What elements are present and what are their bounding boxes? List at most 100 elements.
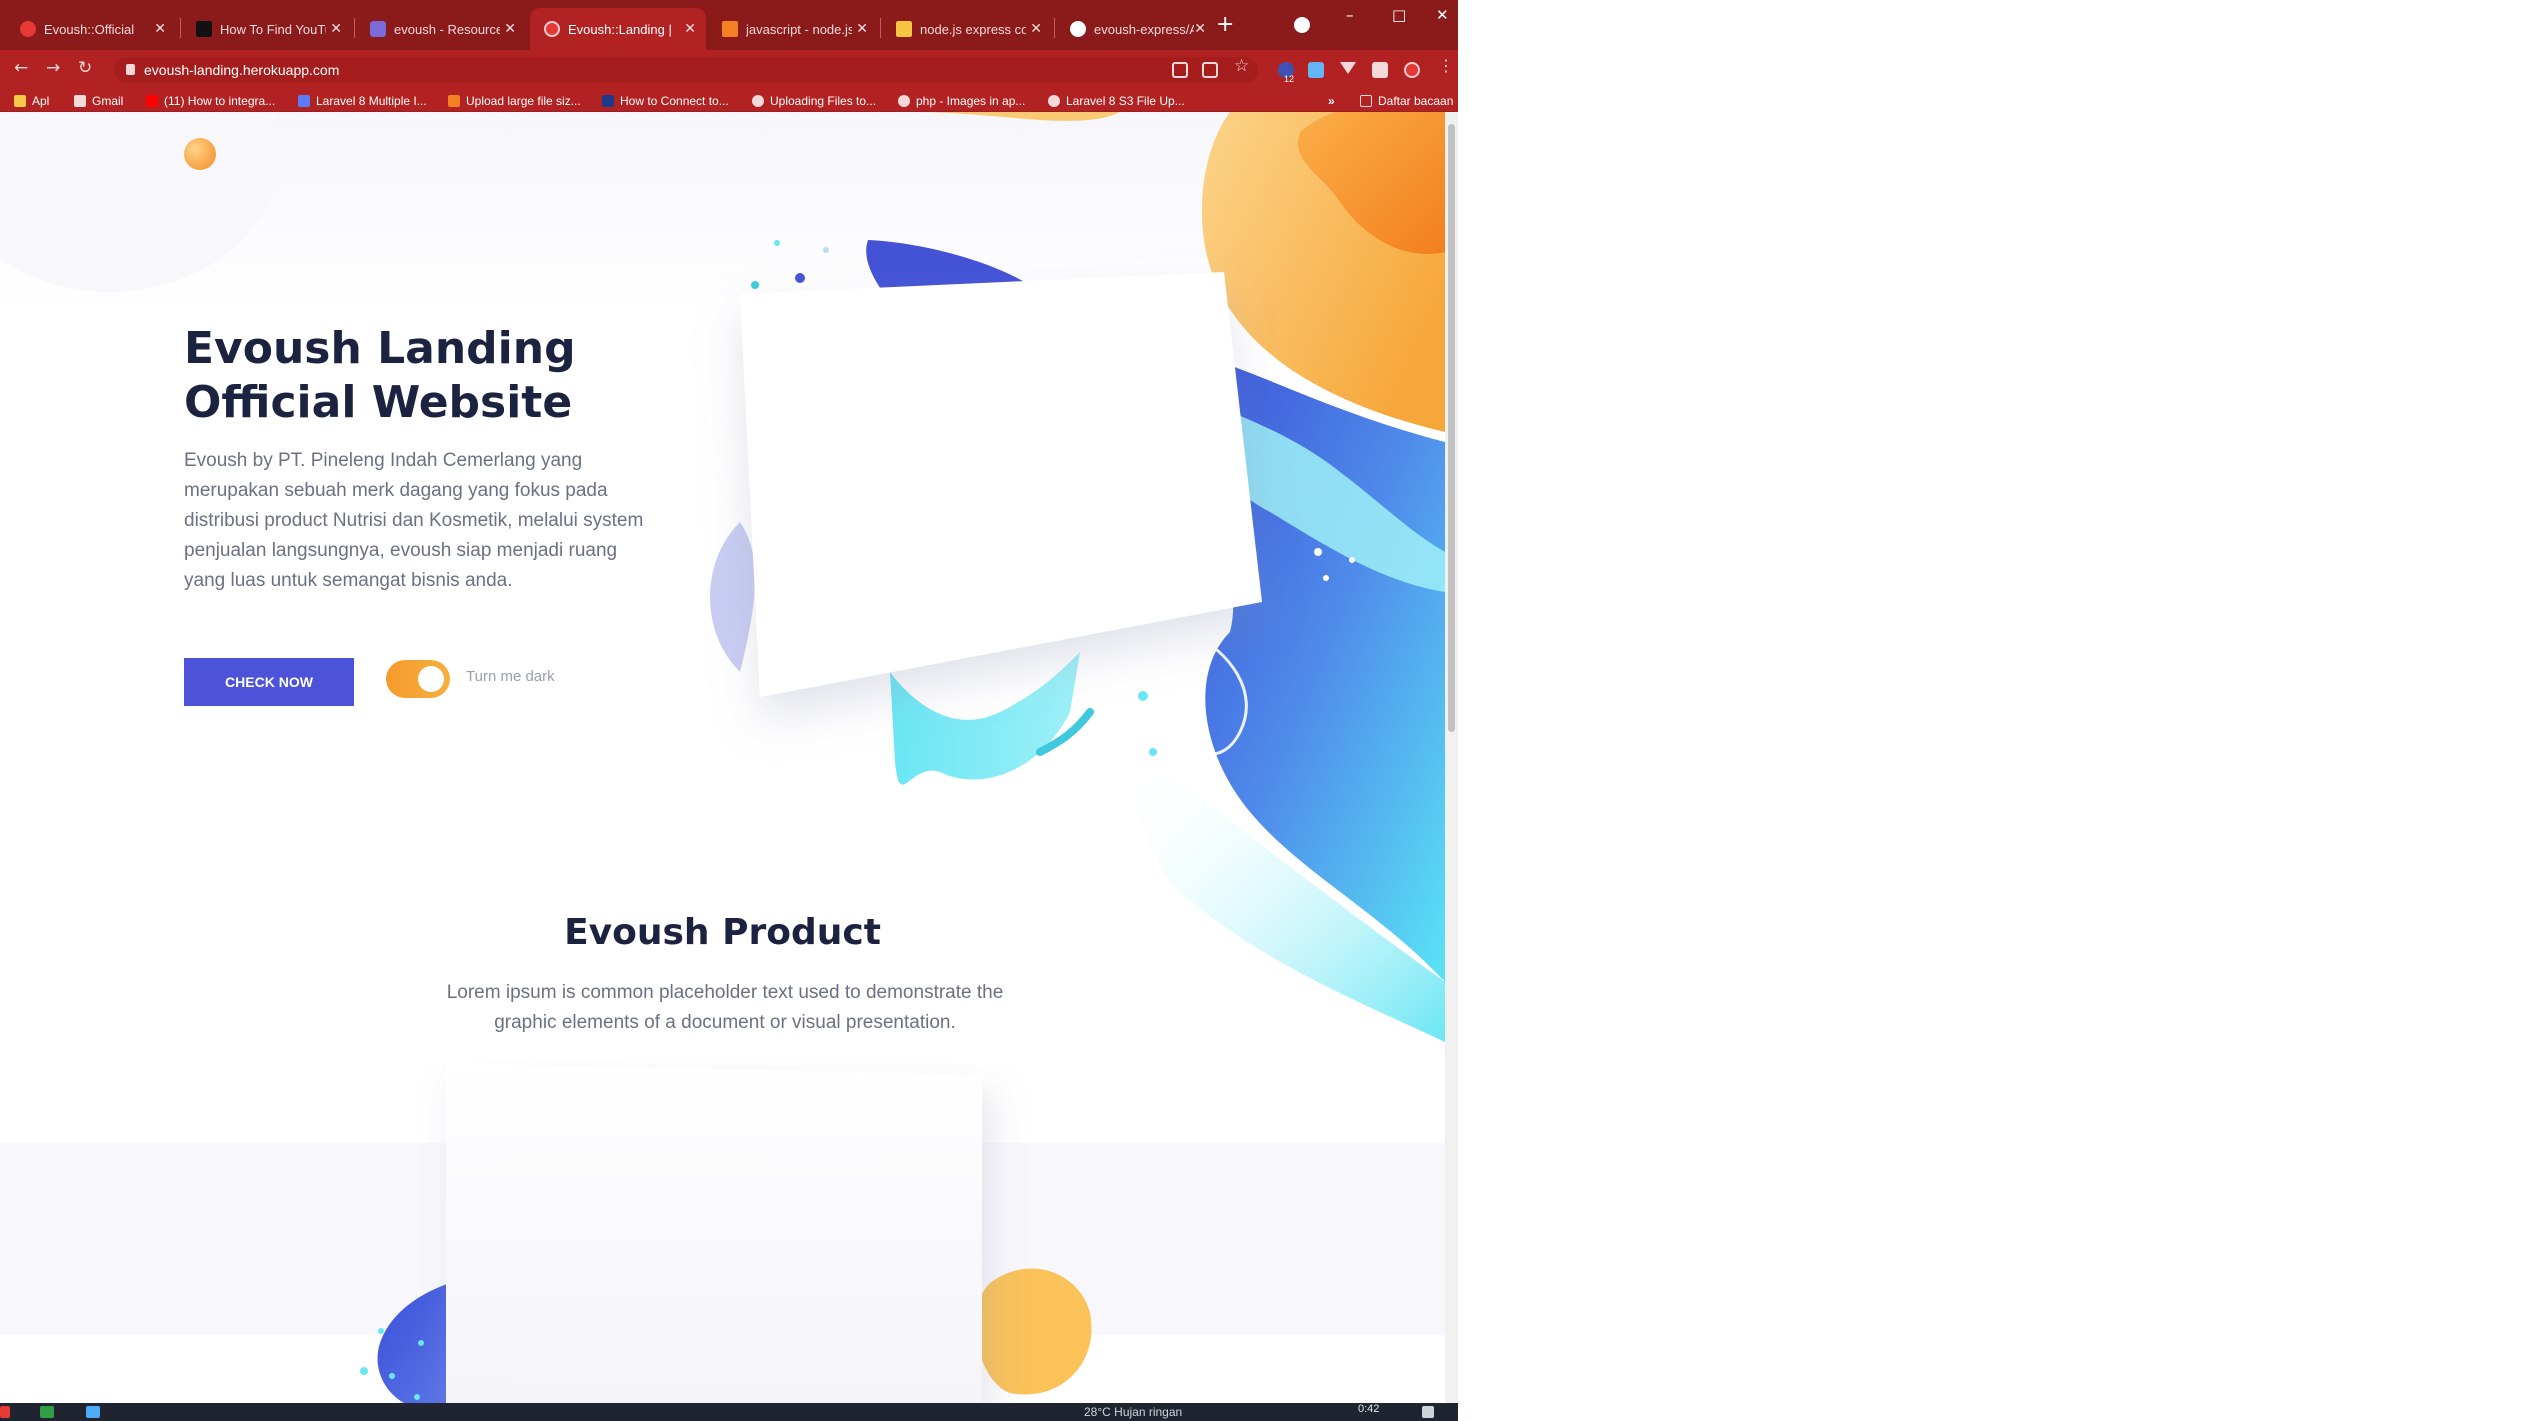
laravel-icon bbox=[298, 95, 310, 107]
browser-window: Evoush::Official ✕ How To Find YouTube ✕… bbox=[0, 0, 1458, 1421]
qr-code-icon[interactable] bbox=[1172, 62, 1188, 78]
bookmarks-overflow-button[interactable]: » bbox=[1328, 90, 1335, 112]
tab-title: evoush - Resources bbox=[394, 21, 500, 37]
tab-divider bbox=[180, 18, 181, 38]
browser-toolbar: ← → ↻ evoush-landing.herokuapp.com ☆ 12 … bbox=[0, 50, 1458, 90]
tab-title: Evoush::Official bbox=[44, 21, 135, 37]
globe-icon bbox=[898, 95, 910, 107]
evoush-logo[interactable] bbox=[184, 138, 216, 170]
tab-evoush-resources[interactable]: evoush - Resources ✕ bbox=[356, 8, 526, 50]
bookmark-label: Laravel 8 S3 File Up... bbox=[1066, 94, 1185, 108]
tab-divider bbox=[1054, 18, 1055, 38]
site-icon bbox=[602, 95, 614, 107]
bookmark-label: php - Images in ap... bbox=[916, 94, 1026, 108]
lightning-favicon-icon bbox=[896, 21, 912, 37]
bookmark-label: Laravel 8 Multiple I... bbox=[316, 94, 427, 108]
hero-title-line2: Official Website bbox=[184, 377, 573, 428]
bookmark-apps[interactable]: Apl bbox=[14, 90, 49, 112]
bookmark-youtube[interactable]: (11) How to integra... bbox=[146, 90, 275, 112]
page-viewport: Evoush Landing Official Website Evoush b… bbox=[0, 112, 1445, 1403]
translate-icon[interactable] bbox=[1202, 62, 1218, 78]
github-favicon-icon bbox=[1070, 21, 1086, 37]
vue-devtools-icon[interactable] bbox=[1340, 62, 1356, 74]
bookmark-uploading-files[interactable]: Uploading Files to... bbox=[752, 90, 876, 112]
page-scrollbar[interactable] bbox=[1445, 112, 1458, 1403]
bookmark-gmail[interactable]: Gmail bbox=[74, 90, 123, 112]
bookmark-star-icon[interactable]: ☆ bbox=[1234, 56, 1249, 76]
product-section-description: Lorem ipsum is common placeholder text u… bbox=[446, 982, 1004, 1033]
tab-evoush-official[interactable]: Evoush::Official ✕ bbox=[6, 8, 176, 50]
reading-list-button[interactable]: Daftar bacaan bbox=[1360, 90, 1453, 112]
hero-description: Evoush by PT. Pineleng Indah Cemerlang y… bbox=[184, 450, 644, 591]
tab-divider bbox=[880, 18, 881, 38]
globe-icon bbox=[1048, 95, 1060, 107]
close-tab-icon[interactable]: ✕ bbox=[154, 20, 166, 37]
youtube-favicon-icon bbox=[196, 21, 212, 37]
windows-taskbar: 28°C Hujan ringan 0:42 bbox=[0, 1403, 1458, 1421]
bookmark-label: (11) How to integra... bbox=[164, 94, 276, 108]
tab-stackoverflow-node[interactable]: javascript - node.js ✕ bbox=[708, 8, 878, 50]
chrome-taskbar-icon[interactable] bbox=[40, 1406, 54, 1418]
close-tab-icon[interactable]: ✕ bbox=[504, 20, 516, 37]
notification-icon[interactable] bbox=[1422, 1406, 1434, 1418]
lock-icon bbox=[126, 64, 135, 75]
address-bar[interactable]: evoush-landing.herokuapp.com bbox=[114, 57, 1258, 83]
extension-badge-count: 12 bbox=[1284, 74, 1295, 84]
check-now-button[interactable]: CHECK NOW bbox=[184, 658, 354, 706]
close-tab-icon[interactable]: ✕ bbox=[330, 20, 342, 37]
stackoverflow-favicon-icon bbox=[722, 21, 738, 37]
hero-title-line1: Evoush Landing bbox=[184, 323, 576, 374]
close-tab-icon[interactable]: ✕ bbox=[856, 20, 868, 37]
reading-list-label: Daftar bacaan bbox=[1378, 94, 1454, 108]
tab-search-icon[interactable] bbox=[1294, 17, 1310, 33]
reload-button[interactable]: ↻ bbox=[78, 58, 92, 78]
minimize-button[interactable]: – bbox=[1346, 6, 1354, 24]
evoush-favicon-icon bbox=[544, 21, 560, 37]
heroku-favicon-icon bbox=[370, 21, 386, 37]
tab-title: javascript - node.js bbox=[746, 21, 852, 37]
app-taskbar-icon[interactable] bbox=[86, 1406, 100, 1418]
tab-title: node.js express conn bbox=[920, 21, 1026, 37]
back-button[interactable]: ← bbox=[14, 58, 28, 78]
close-tab-icon[interactable]: ✕ bbox=[1030, 20, 1042, 37]
bookmark-label: How to Connect to... bbox=[620, 94, 729, 108]
bookmark-upload-large[interactable]: Upload large file siz... bbox=[448, 90, 581, 112]
product-background-art bbox=[0, 1063, 1445, 1403]
tab-strip: Evoush::Official ✕ How To Find YouTube ✕… bbox=[0, 0, 1458, 50]
dark-mode-label: Turn me dark bbox=[466, 668, 555, 685]
bookmark-label: Apl bbox=[32, 94, 50, 108]
dark-mode-toggle[interactable] bbox=[386, 660, 450, 698]
system-clock[interactable]: 0:42 bbox=[1358, 1403, 1379, 1415]
forward-button[interactable]: → bbox=[46, 58, 60, 78]
start-icon[interactable] bbox=[0, 1406, 10, 1418]
close-window-button[interactable]: ✕ bbox=[1436, 6, 1449, 24]
tab-divider bbox=[354, 18, 355, 38]
tab-node-express[interactable]: node.js express conn ✕ bbox=[882, 8, 1052, 50]
profile-avatar-icon[interactable] bbox=[1404, 62, 1420, 78]
puzzle-extensions-icon[interactable] bbox=[1372, 62, 1388, 78]
address-text: evoush-landing.herokuapp.com bbox=[144, 62, 340, 78]
tab-github[interactable]: evoush-express/App ✕ bbox=[1056, 8, 1216, 50]
maximize-button[interactable]: □ bbox=[1392, 6, 1406, 24]
tab-youtube[interactable]: How To Find YouTube ✕ bbox=[182, 8, 352, 50]
close-tab-icon[interactable]: ✕ bbox=[1194, 20, 1206, 37]
bookmark-laravel-multiple[interactable]: Laravel 8 Multiple I... bbox=[298, 90, 427, 112]
bookmark-php-images[interactable]: php - Images in ap... bbox=[898, 90, 1025, 112]
weather-widget[interactable]: 28°C Hujan ringan bbox=[1084, 1405, 1182, 1419]
bookmark-label: Uploading Files to... bbox=[770, 94, 877, 108]
extension-icon[interactable] bbox=[1308, 62, 1324, 78]
tab-evoush-landing[interactable]: Evoush::Landing | Of ✕ bbox=[530, 8, 706, 50]
menu-kebab-icon[interactable]: ⋮ bbox=[1438, 56, 1454, 75]
tab-title: evoush-express/App bbox=[1094, 21, 1194, 37]
globe-icon bbox=[752, 95, 764, 107]
scrollbar-thumb[interactable] bbox=[1448, 124, 1455, 732]
toggle-knob bbox=[418, 666, 444, 692]
stackoverflow-icon bbox=[448, 95, 460, 107]
apps-grid-icon bbox=[14, 95, 26, 107]
tab-title: How To Find YouTube bbox=[220, 21, 326, 37]
product-section-title: Evoush Product bbox=[564, 912, 881, 953]
new-tab-button[interactable]: + bbox=[1216, 12, 1234, 37]
bookmark-laravel-s3[interactable]: Laravel 8 S3 File Up... bbox=[1048, 90, 1185, 112]
close-tab-icon[interactable]: ✕ bbox=[684, 20, 696, 37]
bookmark-how-to-connect[interactable]: How to Connect to... bbox=[602, 90, 729, 112]
